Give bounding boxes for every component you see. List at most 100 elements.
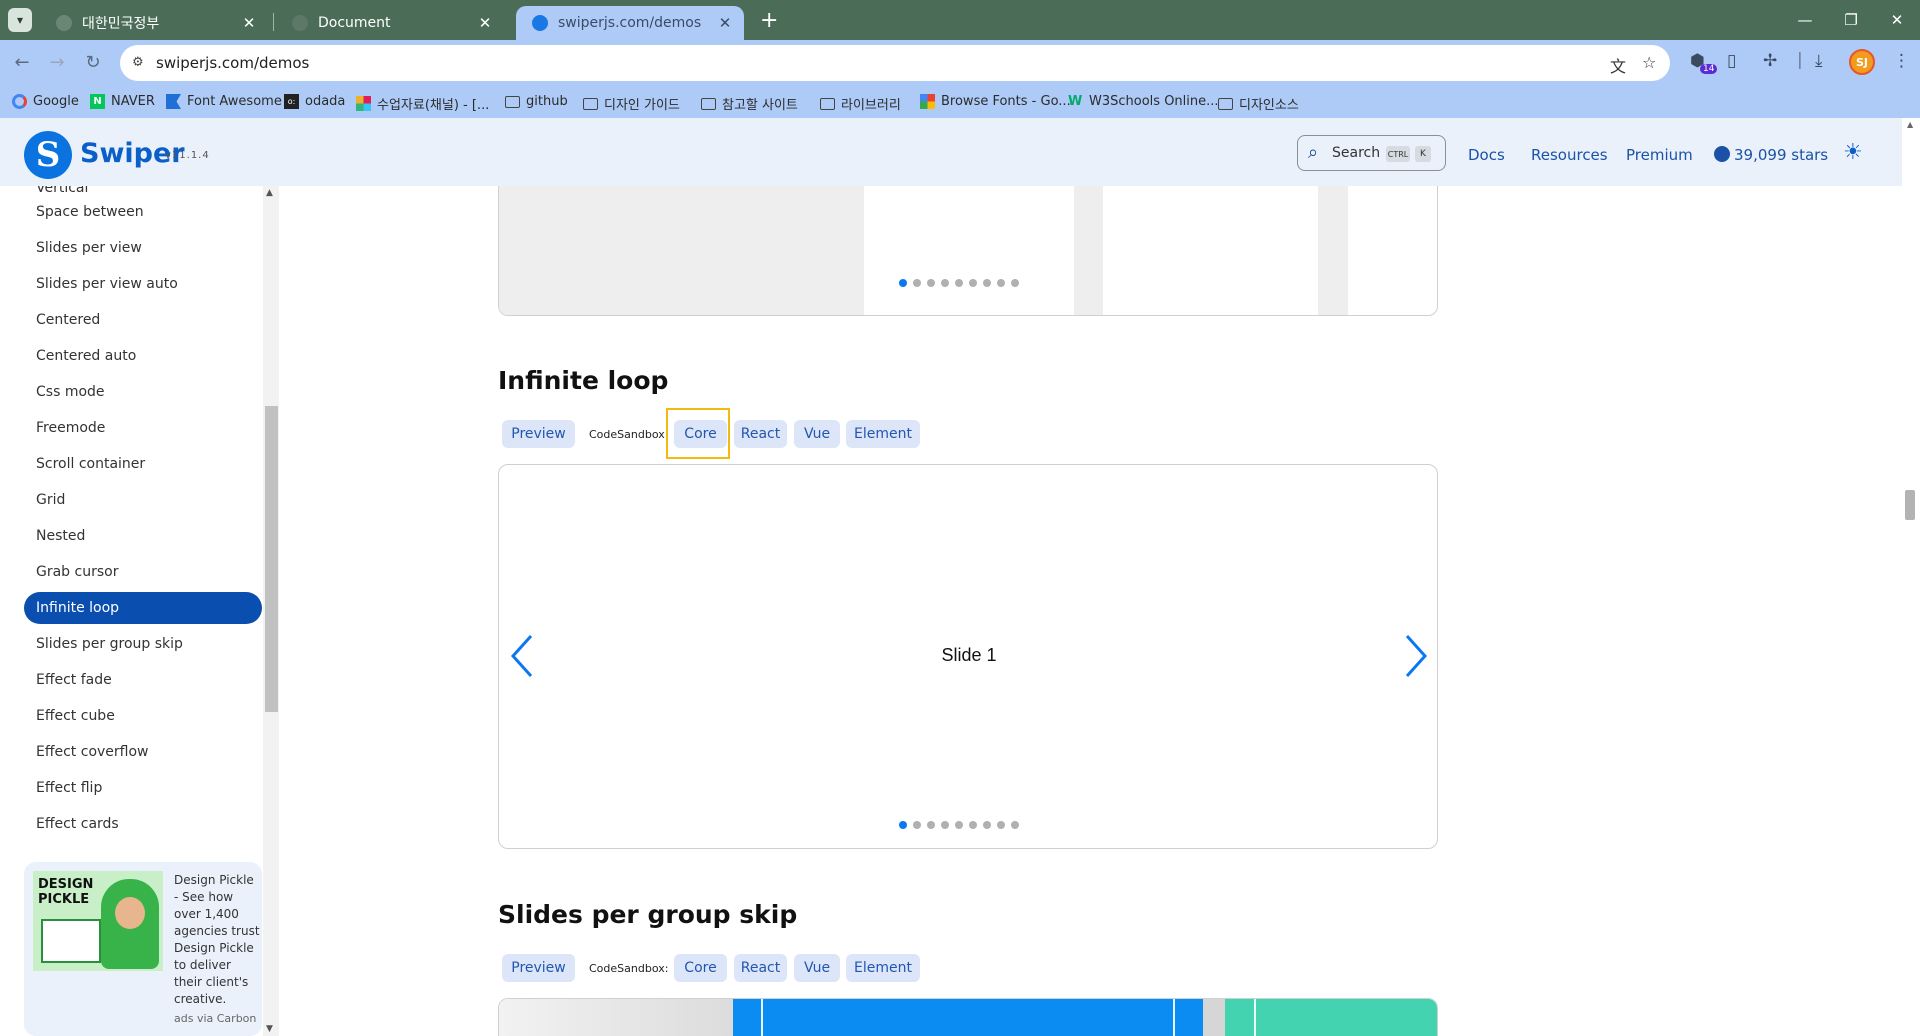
sidebar-scrollbar-thumb[interactable] xyxy=(265,406,278,712)
close-window-icon[interactable]: ✕ xyxy=(1874,0,1920,40)
sidebar-item-effect-flip[interactable]: Effect flip xyxy=(24,772,262,804)
browser-tab-active[interactable]: swiperjs.com/demos ✕ xyxy=(516,6,744,40)
browser-tab[interactable]: Document ✕ xyxy=(276,6,504,40)
pagination-dot[interactable] xyxy=(927,821,935,829)
codesandbox-vue-button[interactable]: Vue xyxy=(794,954,840,982)
pagination-dot[interactable] xyxy=(899,279,907,287)
address-bar[interactable]: ⚙ swiperjs.com/demos 文 ☆ xyxy=(120,45,1670,81)
bookmark-font-awesome[interactable]: Font Awesome xyxy=(166,94,282,109)
pagination-dot[interactable] xyxy=(955,279,963,287)
pagination-dot[interactable] xyxy=(983,821,991,829)
pagination-dot[interactable] xyxy=(983,279,991,287)
sidebar-item-grab-cursor[interactable]: Grab cursor xyxy=(24,556,262,588)
swiper-logo-icon[interactable]: S xyxy=(24,131,72,179)
sidebar-item-effect-cards[interactable]: Effect cards xyxy=(24,808,262,840)
swiper-next-arrow-icon[interactable] xyxy=(1403,633,1429,679)
scroll-up-arrow-icon[interactable]: ▲ xyxy=(266,188,273,198)
codesandbox-core-button[interactable]: Core xyxy=(674,954,727,982)
sidebar-item-slides-per-group-skip[interactable]: Slides per group skip xyxy=(24,628,262,660)
preview-button[interactable]: Preview xyxy=(502,420,575,448)
sidebar-item-freemode[interactable]: Freemode xyxy=(24,412,262,444)
sidebar-item-grid[interactable]: Grid xyxy=(24,484,262,516)
slides-per-group-skip-demo[interactable] xyxy=(498,998,1438,1036)
forward-arrow-icon[interactable]: → xyxy=(45,51,69,75)
sidebar-item-effect-cube[interactable]: Effect cube xyxy=(24,700,262,732)
codesandbox-react-button[interactable]: React xyxy=(734,420,787,448)
bookmark-folder-reference[interactable]: 참고할 사이트 xyxy=(701,94,798,113)
bookmark-star-icon[interactable]: ☆ xyxy=(1642,53,1656,72)
pagination-dot[interactable] xyxy=(997,821,1005,829)
sidebar-item-effect-coverflow[interactable]: Effect coverflow xyxy=(24,736,262,768)
site-info-icon[interactable]: ⚙ xyxy=(132,55,144,70)
pagination-dot[interactable] xyxy=(913,821,921,829)
sidebar-item-centered[interactable]: Centered xyxy=(24,304,262,336)
sidebar-item-slides-per-view[interactable]: Slides per view xyxy=(24,232,262,264)
site-search-button[interactable]: ⌕ Search CTRL K xyxy=(1297,135,1446,171)
codesandbox-react-button[interactable]: React xyxy=(734,954,787,982)
carbon-ad[interactable]: DESIGN PICKLE Design Pickle - See how ov… xyxy=(24,862,262,1036)
codesandbox-element-button[interactable]: Element xyxy=(846,420,920,448)
translate-icon[interactable]: 文 xyxy=(1610,53,1626,77)
bookmark-google-fonts[interactable]: Browse Fonts - Go... xyxy=(920,94,1071,109)
sidebar-item-infinite-loop[interactable]: Infinite loop xyxy=(24,592,262,624)
new-tab-plus-icon[interactable]: + xyxy=(760,8,778,33)
browser-tab[interactable]: 대한민국정부 ✕ xyxy=(40,6,268,40)
sidebar-item-nested[interactable]: Nested xyxy=(24,520,262,552)
pagination-dots[interactable] xyxy=(899,279,1019,287)
ad-via-label[interactable]: ads via Carbon xyxy=(174,1012,256,1025)
previous-demo-box[interactable] xyxy=(498,186,1438,316)
pagination-dot[interactable] xyxy=(913,279,921,287)
codesandbox-vue-button[interactable]: Vue xyxy=(794,420,840,448)
pagination-dot[interactable] xyxy=(941,821,949,829)
sidebar-item-slides-per-view-auto[interactable]: Slides per view auto xyxy=(24,268,262,300)
page-scrollbar[interactable]: ▲ xyxy=(1902,118,1920,1036)
bookmark-odada[interactable]: o: odada xyxy=(284,94,345,109)
menu-kebab-icon[interactable]: ⋮ xyxy=(1893,51,1910,71)
page-scrollbar-thumb[interactable] xyxy=(1905,490,1915,520)
infinite-loop-demo[interactable]: Slide 1 xyxy=(498,464,1438,849)
pagination-dot[interactable] xyxy=(997,279,1005,287)
sidebar-item-space-between[interactable]: Space between xyxy=(24,196,262,228)
bookmark-folder-design-source[interactable]: 디자인소스 xyxy=(1218,94,1299,113)
bookmark-folder-library[interactable]: 라이브러리 xyxy=(820,94,901,113)
close-tab-icon[interactable]: ✕ xyxy=(240,14,258,32)
back-arrow-icon[interactable]: ← xyxy=(10,51,34,75)
pagination-dot[interactable] xyxy=(927,279,935,287)
download-icon[interactable]: ⤓ xyxy=(1815,51,1823,71)
nav-docs-link[interactable]: Docs xyxy=(1468,146,1505,164)
codesandbox-element-button[interactable]: Element xyxy=(846,954,920,982)
pagination-dot[interactable] xyxy=(969,821,977,829)
scroll-down-arrow-icon[interactable]: ▼ xyxy=(266,1024,273,1034)
close-tab-icon[interactable]: ✕ xyxy=(716,14,734,32)
pagination-dot[interactable] xyxy=(1011,279,1019,287)
extensions-puzzle-icon[interactable]: ✢ xyxy=(1763,51,1777,71)
sidebar-item-css-mode[interactable]: Css mode xyxy=(24,376,262,408)
nav-premium-link[interactable]: Premium xyxy=(1626,146,1693,164)
theme-toggle-sun-icon[interactable]: ☀ xyxy=(1843,140,1863,165)
ad-image[interactable]: DESIGN PICKLE xyxy=(33,871,163,971)
sidebar-item-centered-auto[interactable]: Centered auto xyxy=(24,340,262,372)
ad-text[interactable]: Design Pickle - See how over 1,400 agenc… xyxy=(174,872,260,1008)
bookmark-naver[interactable]: N NAVER xyxy=(90,94,155,109)
page-scroll-up-icon[interactable]: ▲ xyxy=(1907,120,1913,129)
bookmark-google[interactable]: Google xyxy=(12,94,79,109)
pagination-dot[interactable] xyxy=(899,821,907,829)
tab-search-icon[interactable]: ▾ xyxy=(8,8,32,32)
pagination-dots[interactable] xyxy=(899,821,1019,829)
pagination-dot[interactable] xyxy=(955,821,963,829)
preview-button[interactable]: Preview xyxy=(502,954,575,982)
close-tab-icon[interactable]: ✕ xyxy=(476,14,494,32)
profile-avatar[interactable]: SJ xyxy=(1849,49,1875,75)
sidebar-item-effect-fade[interactable]: Effect fade xyxy=(24,664,262,696)
reading-list-icon[interactable]: ▯ xyxy=(1727,51,1736,71)
nav-resources-link[interactable]: Resources xyxy=(1531,146,1608,164)
bookmark-folder-github[interactable]: github xyxy=(505,94,568,109)
bookmark-w3schools[interactable]: W W3Schools Online... xyxy=(1068,94,1219,109)
sidebar-item-scroll-container[interactable]: Scroll container xyxy=(24,448,262,480)
bookmark-folder-design-guide[interactable]: 디자인 가이드 xyxy=(583,94,680,113)
pagination-dot[interactable] xyxy=(1011,821,1019,829)
pagination-dot[interactable] xyxy=(969,279,977,287)
pagination-dot[interactable] xyxy=(941,279,949,287)
restore-icon[interactable]: ❐ xyxy=(1828,0,1874,40)
minimize-icon[interactable]: — xyxy=(1782,0,1828,40)
